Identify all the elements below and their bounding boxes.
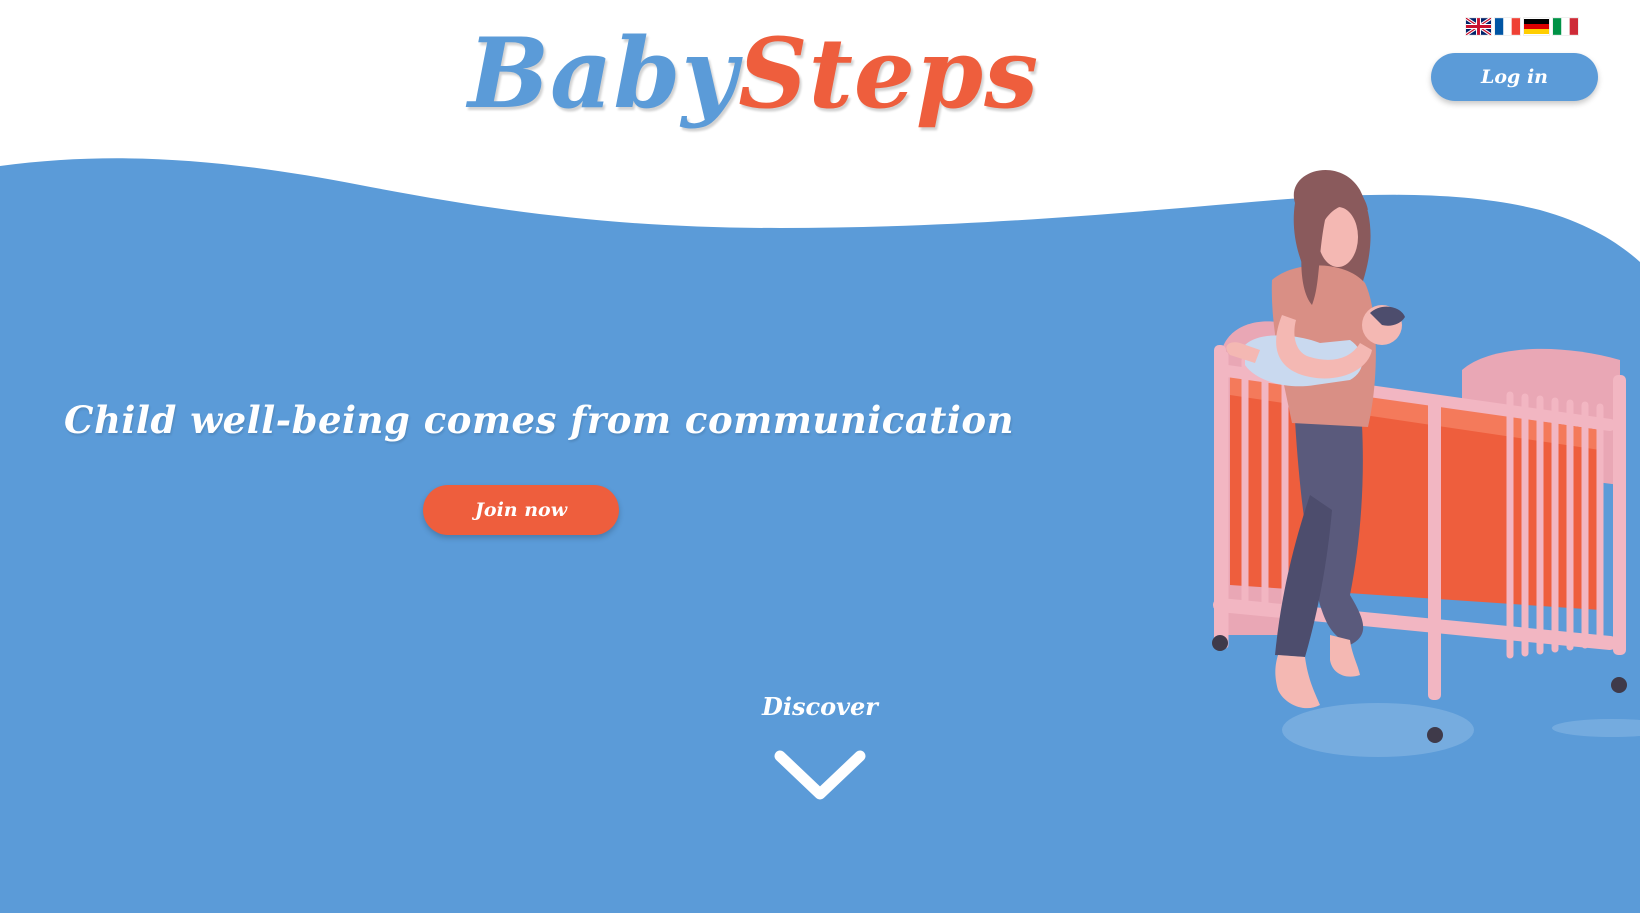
germany-flag-icon[interactable]: [1524, 18, 1549, 35]
language-selector: [1466, 18, 1578, 35]
hero-title: Child well-being comes from communicatio…: [64, 398, 1015, 442]
uk-flag-icon[interactable]: [1466, 18, 1491, 35]
logo-text-baby: Baby: [468, 17, 739, 130]
login-button[interactable]: Log in: [1431, 53, 1598, 101]
discover-link[interactable]: Discover: [720, 690, 920, 724]
brand-logo[interactable]: BabySteps: [468, 14, 1039, 134]
chevron-down-icon[interactable]: [772, 748, 868, 806]
logo-text-steps: Steps: [738, 17, 1040, 130]
france-flag-icon[interactable]: [1495, 18, 1520, 35]
italy-flag-icon[interactable]: [1553, 18, 1578, 35]
landing-page: BabySteps Log in Child well-being comes …: [0, 0, 1640, 913]
mother-holding-baby-by-crib-illustration: [1212, 169, 1640, 757]
join-now-button[interactable]: Join now: [423, 485, 619, 535]
